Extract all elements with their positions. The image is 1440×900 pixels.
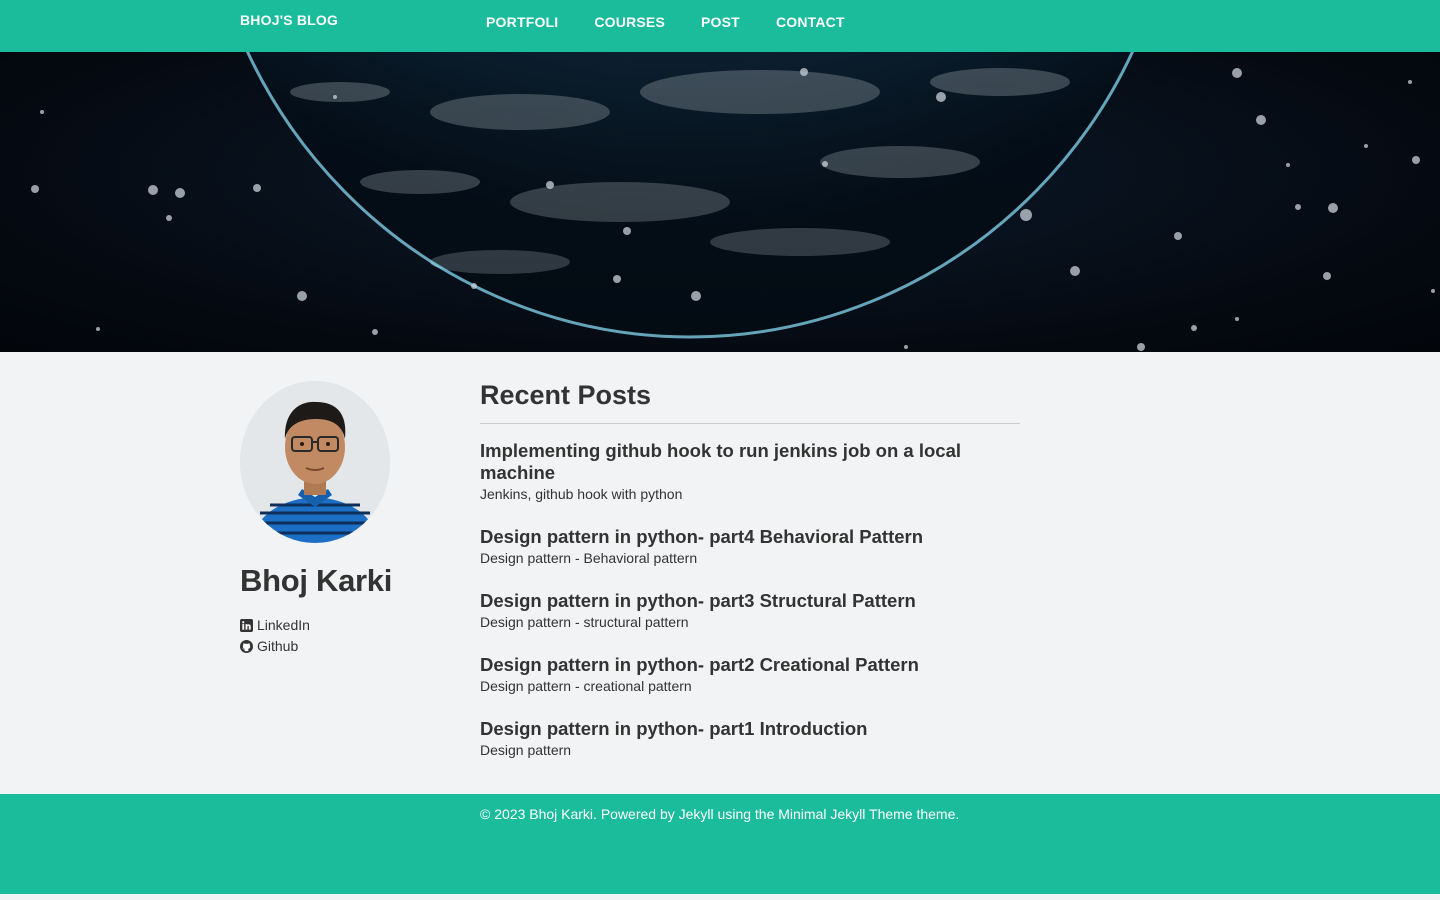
top-navigation-bar: BHOJ'S BLOG PORTFOLI COURSES POST CONTAC… xyxy=(0,0,1440,52)
post-title-link[interactable]: Design pattern in python- part4 Behavior… xyxy=(480,526,1020,548)
linkedin-link[interactable]: LinkedIn xyxy=(257,615,310,636)
linkedin-icon[interactable] xyxy=(240,619,253,632)
post-excerpt: Design pattern - Behavioral pattern xyxy=(480,550,698,566)
site-brand-link[interactable]: BHOJ'S BLOG xyxy=(240,12,338,28)
hero-banner-image xyxy=(0,52,1440,352)
post-list-item: Design pattern in python- part2 Creation… xyxy=(480,654,1020,697)
author-portrait-illustration xyxy=(240,381,390,543)
post-list-item: Implementing github hook to run jenkins … xyxy=(480,440,1020,505)
post-title-link[interactable]: Design pattern in python- part3 Structur… xyxy=(480,590,1020,612)
social-links: LinkedIn Github xyxy=(240,615,440,657)
post-list-item: Design pattern in python- part4 Behavior… xyxy=(480,526,1020,569)
author-sidebar: Bhoj Karki LinkedIn Github xyxy=(240,381,440,657)
post-title-link[interactable]: Design pattern in python- part2 Creation… xyxy=(480,654,1020,676)
github-link[interactable]: Github xyxy=(257,636,298,657)
main-nav: PORTFOLI COURSES POST CONTACT xyxy=(486,14,845,30)
post-list: Implementing github hook to run jenkins … xyxy=(480,440,1020,761)
post-excerpt: Design pattern - creational pattern xyxy=(480,678,692,694)
author-avatar xyxy=(240,381,390,543)
post-excerpt: Jenkins, github hook with python xyxy=(480,486,683,502)
recent-posts-heading: Recent Posts xyxy=(480,380,1020,424)
nav-item-contact[interactable]: CONTACT xyxy=(776,14,845,30)
social-item-github: Github xyxy=(240,636,440,657)
post-list-item: Design pattern in python- part1 Introduc… xyxy=(480,718,1020,761)
nav-item-portfolio[interactable]: PORTFOLI xyxy=(486,14,558,30)
github-icon[interactable] xyxy=(240,640,253,653)
site-footer: © 2023 Bhoj Karki. Powered by Jekyll usi… xyxy=(0,794,1440,894)
post-excerpt: Design pattern xyxy=(480,742,572,758)
recent-posts-section: Recent Posts Implementing github hook to… xyxy=(480,380,1020,782)
earth-from-space-illustration xyxy=(31,52,1435,352)
post-excerpt: Design pattern - structural pattern xyxy=(480,614,689,630)
post-list-item: Design pattern in python- part3 Structur… xyxy=(480,590,1020,633)
footer-copyright: © 2023 Bhoj Karki. Powered by Jekyll usi… xyxy=(480,806,960,822)
post-title-link[interactable]: Implementing github hook to run jenkins … xyxy=(480,440,1020,484)
nav-item-courses[interactable]: COURSES xyxy=(594,14,665,30)
author-name: Bhoj Karki xyxy=(240,563,393,598)
post-title-link[interactable]: Design pattern in python- part1 Introduc… xyxy=(480,718,1020,740)
social-item-linkedin: LinkedIn xyxy=(240,615,440,636)
nav-item-post[interactable]: POST xyxy=(701,14,740,30)
